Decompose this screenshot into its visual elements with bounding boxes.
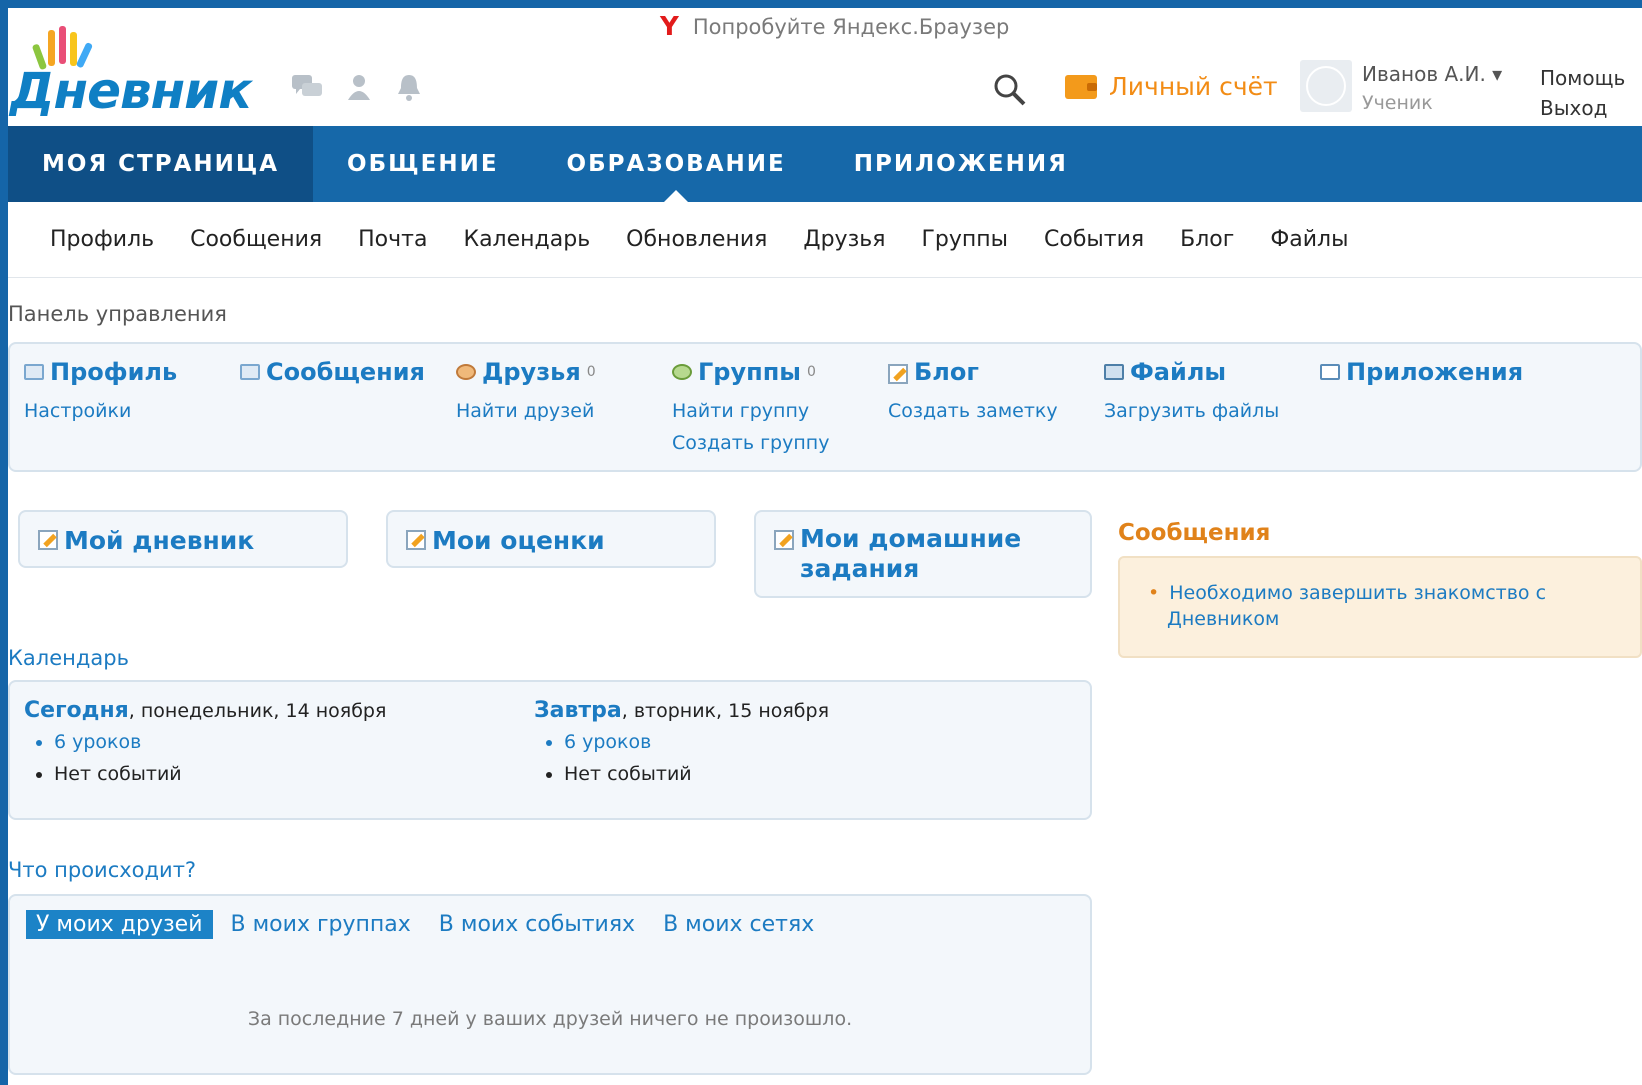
tab-apps[interactable]: ПРИЛОЖЕНИЯ <box>820 126 1102 202</box>
subnav-friends[interactable]: Друзья <box>803 227 885 252</box>
cp-settings-link[interactable]: Настройки <box>24 400 177 422</box>
logout-link[interactable]: Выход <box>1540 96 1607 120</box>
yandex-icon: Y <box>660 12 679 42</box>
subnav-calendar[interactable]: Календарь <box>463 227 590 252</box>
files-icon <box>1104 364 1124 380</box>
subnav-updates[interactable]: Обновления <box>626 227 767 252</box>
group-icon <box>672 364 692 380</box>
message-item-cont[interactable]: Дневником <box>1148 606 1640 632</box>
cp-blog-link[interactable]: Блог <box>888 358 1058 386</box>
subnav-groups[interactable]: Группы <box>921 227 1008 252</box>
tab-networks-activity[interactable]: В моих сетях <box>653 910 824 939</box>
help-link[interactable]: Помощь <box>1540 66 1625 90</box>
person-icon[interactable] <box>344 72 374 102</box>
promo-text[interactable]: Попробуйте Яндекс.Браузер <box>693 15 1010 39</box>
pencil-icon <box>888 364 908 384</box>
today-events: Нет событий <box>54 763 386 785</box>
pencil-icon <box>406 530 426 550</box>
sub-nav: Профиль Сообщения Почта Календарь Обновл… <box>8 202 1642 278</box>
empty-activity-message: За последние 7 дней у ваших друзей ничег… <box>247 1008 853 1030</box>
messages-box: • Необходимо завершить знакомство с Дневн… <box>1118 556 1642 658</box>
tab-education[interactable]: ОБРАЗОВАНИЕ <box>533 126 820 202</box>
cp-profile: Профиль Настройки <box>24 358 177 422</box>
cp-blog: Блог Создать заметку <box>888 358 1058 422</box>
tab-communication[interactable]: ОБЩЕНИЕ <box>313 126 533 202</box>
whats-happening-title: Что происходит? <box>8 858 197 882</box>
tab-friends-activity[interactable]: У моих друзей <box>26 910 213 939</box>
calendar-panel: Сегодня, понедельник, 14 ноября 6 уроков… <box>8 680 1092 820</box>
my-homework-button[interactable]: Мои домашние задания <box>754 510 1092 598</box>
cp-find-friends-link[interactable]: Найти друзей <box>456 400 596 422</box>
activity-tabs: У моих друзей В моих группах В моих собы… <box>26 910 832 939</box>
tomorrow-events: Нет событий <box>564 763 829 785</box>
avatar-face-icon <box>1306 66 1346 106</box>
tomorrow-date: , вторник, 15 ноября <box>621 700 830 722</box>
profile-card-icon <box>24 364 44 380</box>
calendar-today: Сегодня, понедельник, 14 ноября 6 уроков… <box>24 698 386 795</box>
search-icon[interactable] <box>990 70 1030 110</box>
control-panel-title: Панель управления <box>8 302 227 326</box>
my-diary-button[interactable]: Мой дневник <box>18 510 348 568</box>
subnav-profile[interactable]: Профиль <box>50 227 154 252</box>
cp-apps-link[interactable]: Приложения <box>1320 358 1523 386</box>
subnav-messages[interactable]: Сообщения <box>190 227 322 252</box>
cp-messages: Сообщения <box>240 358 425 386</box>
today-lessons-link[interactable]: 6 уроков <box>54 731 386 753</box>
messages-title: Сообщения <box>1118 520 1271 546</box>
logo[interactable]: Дневник <box>8 18 263 120</box>
groups-count: 0 <box>806 364 816 380</box>
avatar[interactable] <box>1300 60 1352 112</box>
cp-files-link[interactable]: Файлы <box>1104 358 1279 386</box>
main-nav: МОЯ СТРАНИЦА ОБЩЕНИЕ ОБРАЗОВАНИЕ ПРИЛОЖЕ… <box>8 126 1642 202</box>
cp-profile-link[interactable]: Профиль <box>24 358 177 386</box>
cp-upload-files-link[interactable]: Загрузить файлы <box>1104 400 1279 422</box>
tab-groups-activity[interactable]: В моих группах <box>221 910 421 939</box>
today-link[interactable]: Сегодня <box>24 698 129 723</box>
calendar-title: Календарь <box>8 646 129 670</box>
tomorrow-link[interactable]: Завтра <box>534 698 622 723</box>
tab-events-activity[interactable]: В моих событиях <box>429 910 645 939</box>
user-role: Ученик <box>1362 92 1433 114</box>
top-icons <box>290 72 424 102</box>
logo-text: Дневник <box>10 62 252 120</box>
wallet-icon <box>1065 74 1097 99</box>
pencil-icon <box>38 530 58 550</box>
bell-icon[interactable] <box>394 72 424 102</box>
cp-files: Файлы Загрузить файлы <box>1104 358 1279 422</box>
cp-find-group-link[interactable]: Найти группу <box>672 400 829 422</box>
whats-happening-panel: У моих друзей В моих группах В моих собы… <box>8 894 1092 1075</box>
cp-groups-link[interactable]: Группы 0 <box>672 358 829 386</box>
account-label: Личный счёт <box>1109 72 1278 101</box>
account-link[interactable]: Личный счёт <box>1065 72 1278 101</box>
chat-icon[interactable] <box>290 72 324 102</box>
subnav-mail[interactable]: Почта <box>358 227 427 252</box>
today-date: , понедельник, 14 ноября <box>128 700 387 722</box>
pencil-icon <box>774 530 794 550</box>
cp-friends-link[interactable]: Друзья 0 <box>456 358 596 386</box>
my-marks-button[interactable]: Мои оценки <box>386 510 716 568</box>
subnav-blog[interactable]: Блог <box>1180 227 1234 252</box>
calendar-tomorrow: Завтра, вторник, 15 ноября 6 уроков Нет … <box>534 698 829 795</box>
cp-groups: Группы 0 Найти группу Создать группу <box>672 358 829 454</box>
cp-friends: Друзья 0 Найти друзей <box>456 358 596 422</box>
friends-count: 0 <box>586 364 596 380</box>
user-menu[interactable]: Иванов А.И. ▾ <box>1362 62 1502 86</box>
cp-create-group-link[interactable]: Создать группу <box>672 432 829 454</box>
cp-messages-link[interactable]: Сообщения <box>240 358 425 386</box>
friend-icon <box>456 364 476 380</box>
apps-grid-icon <box>1320 364 1340 380</box>
message-item[interactable]: • Необходимо завершить знакомство с <box>1148 580 1640 606</box>
envelope-icon <box>240 364 260 380</box>
tab-my-page[interactable]: МОЯ СТРАНИЦА <box>8 126 314 202</box>
cp-apps: Приложения <box>1320 358 1523 386</box>
browser-promo[interactable]: Y Попробуйте Яндекс.Браузер <box>660 14 1009 40</box>
cp-create-note-link[interactable]: Создать заметку <box>888 400 1058 422</box>
subnav-files[interactable]: Файлы <box>1270 227 1348 252</box>
control-panel: Профиль Настройки Сообщения Друзья 0 Найт… <box>8 342 1642 472</box>
subnav-events[interactable]: События <box>1044 227 1144 252</box>
tomorrow-lessons-link[interactable]: 6 уроков <box>564 731 829 753</box>
